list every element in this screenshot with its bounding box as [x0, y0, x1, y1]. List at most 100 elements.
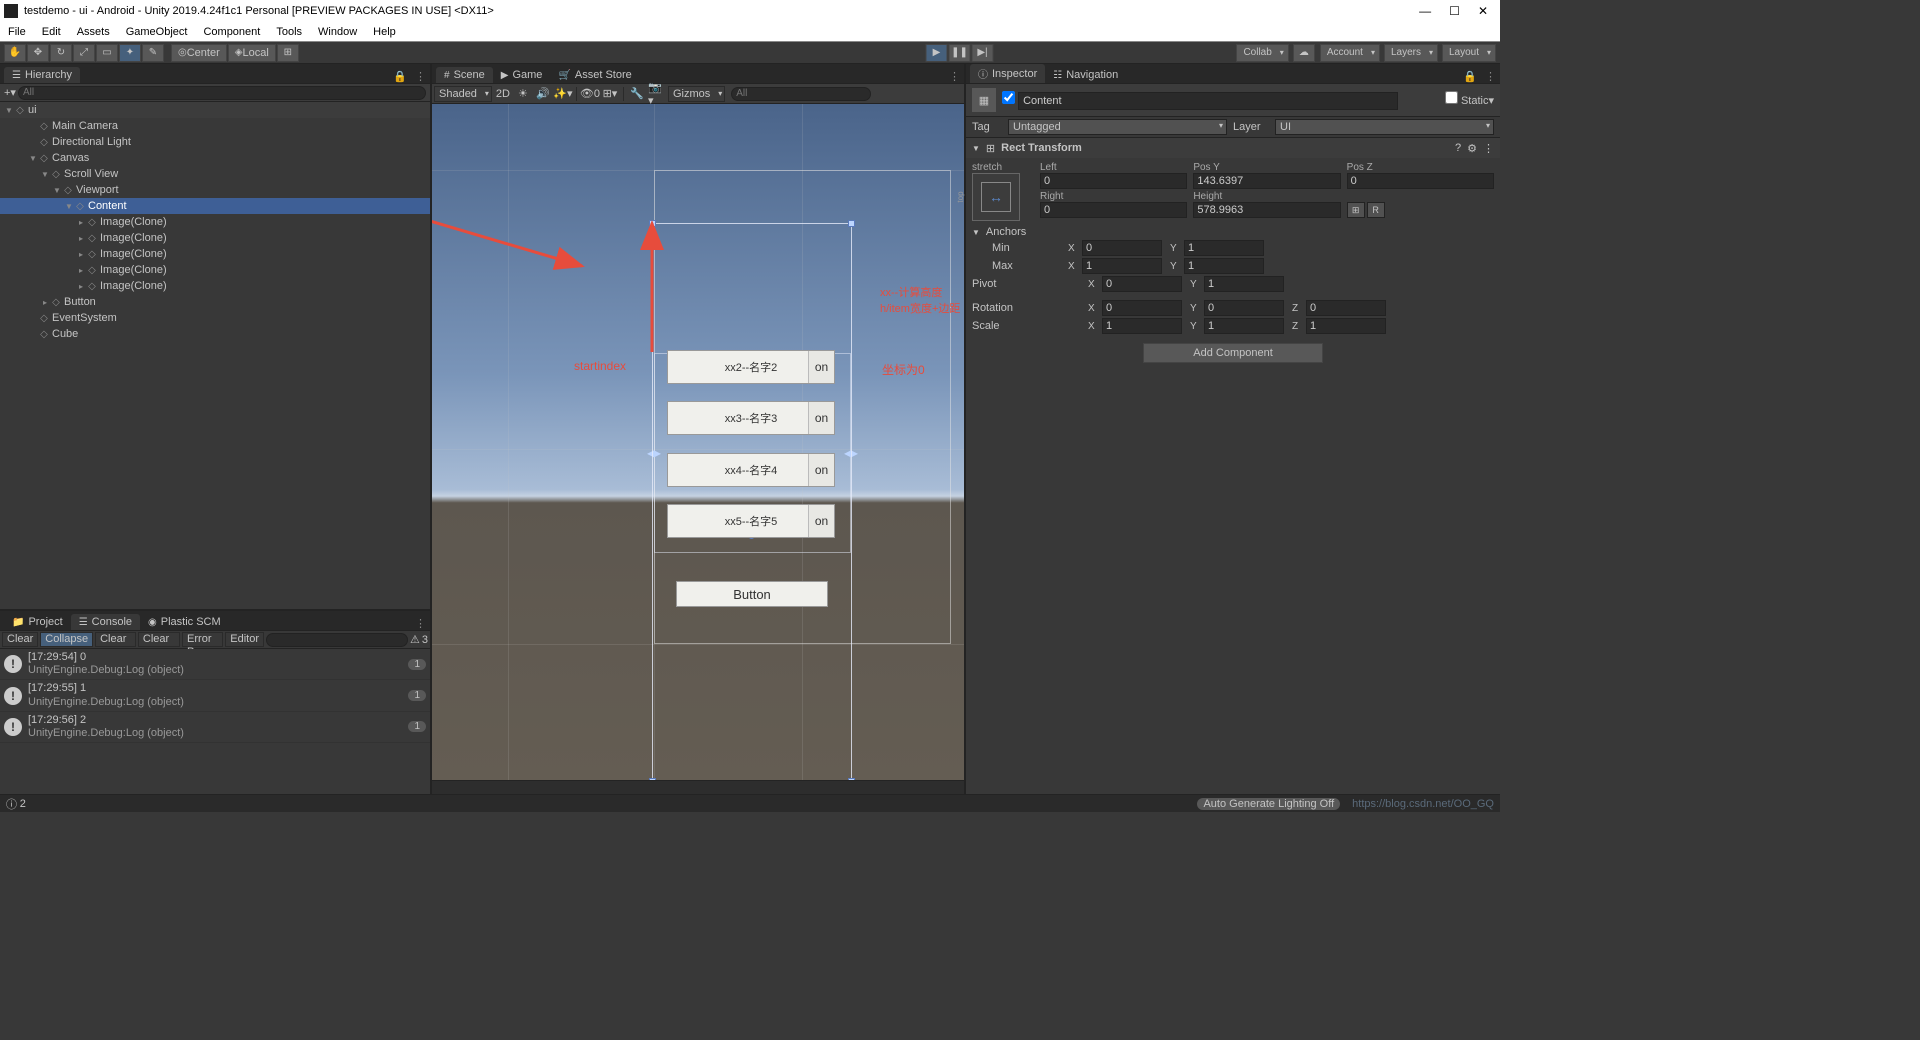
- rot-y[interactable]: [1204, 300, 1284, 316]
- name-field[interactable]: [1018, 92, 1398, 110]
- console-search[interactable]: [266, 633, 408, 647]
- scene-menu-icon[interactable]: ⋮: [949, 70, 960, 83]
- navigation-tab[interactable]: ☷Navigation: [1045, 67, 1126, 83]
- maximize-button[interactable]: ☐: [1449, 4, 1460, 18]
- console-log-count[interactable]: ⚠ 3: [410, 633, 428, 646]
- console-error-pause[interactable]: Error Pause: [182, 632, 223, 647]
- posz-field[interactable]: [1347, 173, 1494, 189]
- active-checkbox[interactable]: [1002, 91, 1015, 104]
- menu-file[interactable]: File: [8, 26, 26, 38]
- transform-tool[interactable]: ✦: [119, 44, 141, 62]
- inspector-menu-icon[interactable]: ⋮: [1485, 70, 1496, 83]
- hierarchy-create-button[interactable]: +▾: [4, 86, 16, 99]
- menu-edit[interactable]: Edit: [42, 26, 61, 38]
- tree-item-canvas[interactable]: ▼◇Canvas: [0, 150, 430, 166]
- tree-item-image-clone-[interactable]: ▸◇Image(Clone): [0, 278, 430, 294]
- anchors-foldout-icon[interactable]: ▼: [972, 228, 980, 237]
- hierarchy-tab[interactable]: ☰Hierarchy: [4, 67, 80, 83]
- anchor-max-y[interactable]: [1184, 258, 1264, 274]
- scene-tab[interactable]: #Scene: [436, 67, 493, 83]
- rect-transform-header[interactable]: ▼ ⊞ Rect Transform ? ⚙ ⋮: [966, 138, 1500, 158]
- on-button[interactable]: on: [808, 505, 834, 537]
- lighting-status[interactable]: Auto Generate Lighting Off: [1197, 798, 1340, 810]
- blueprint-button[interactable]: ⊞: [1347, 202, 1365, 218]
- console-clear-play[interactable]: Clear on Play: [95, 632, 136, 647]
- menu-help[interactable]: Help: [373, 26, 396, 38]
- play-button[interactable]: ▶: [926, 44, 948, 62]
- menu-assets[interactable]: Assets: [77, 26, 110, 38]
- hand-tool[interactable]: ✋: [4, 44, 26, 62]
- move-tool[interactable]: ✥: [27, 44, 49, 62]
- log-item[interactable]: ![17:29:55] 1UnityEngine.Debug:Log (obje…: [0, 680, 430, 711]
- pause-button[interactable]: ❚❚: [949, 44, 971, 62]
- fx-toggle[interactable]: ✨▾: [554, 86, 572, 102]
- audio-toggle[interactable]: 🔊: [534, 86, 552, 102]
- scale-x[interactable]: [1102, 318, 1182, 334]
- grid-toggle[interactable]: ⊞▾: [601, 86, 619, 102]
- tree-item-viewport[interactable]: ▼◇Viewport: [0, 182, 430, 198]
- layer-dropdown[interactable]: UI: [1275, 119, 1494, 135]
- pivot-x[interactable]: [1102, 276, 1182, 292]
- scene-view[interactable]: ◂▸ ◂▸ xx2--名字2on xx3--名字3on xx4--名字4on x…: [432, 104, 964, 780]
- log-item[interactable]: ![17:29:54] 0UnityEngine.Debug:Log (obje…: [0, 649, 430, 680]
- account-dropdown[interactable]: Account: [1320, 44, 1380, 62]
- tree-item-image-clone-[interactable]: ▸◇Image(Clone): [0, 214, 430, 230]
- posy-field[interactable]: [1193, 173, 1340, 189]
- minimize-button[interactable]: —: [1419, 4, 1431, 18]
- console-menu-icon[interactable]: ⋮: [415, 617, 426, 630]
- hidden-toggle[interactable]: 👁0: [581, 86, 599, 102]
- snap-toggle[interactable]: ⊞: [277, 44, 299, 62]
- collab-dropdown[interactable]: Collab: [1236, 44, 1288, 62]
- project-tab[interactable]: 📁Project: [4, 614, 71, 630]
- scene-search[interactable]: [731, 87, 871, 101]
- raw-edit-button[interactable]: R: [1367, 202, 1385, 218]
- add-component-button[interactable]: Add Component: [1143, 343, 1323, 363]
- asset-store-tab[interactable]: 🛒Asset Store: [550, 67, 639, 83]
- scale-z[interactable]: [1306, 318, 1386, 334]
- hierarchy-lock-icon[interactable]: 🔒: [393, 70, 407, 83]
- rect-handle-tr[interactable]: [848, 220, 855, 227]
- pivot-y[interactable]: [1204, 276, 1284, 292]
- menu-component[interactable]: Component: [203, 26, 260, 38]
- scene-scrollbar[interactable]: [432, 780, 964, 794]
- console-clear-build[interactable]: Clear on Build: [138, 632, 180, 647]
- log-item[interactable]: ![17:29:56] 2UnityEngine.Debug:Log (obje…: [0, 712, 430, 743]
- layers-dropdown[interactable]: Layers: [1384, 44, 1438, 62]
- tree-item-image-clone-[interactable]: ▸◇Image(Clone): [0, 262, 430, 278]
- scene-row[interactable]: ▼◇ui: [0, 102, 430, 118]
- console-clear[interactable]: Clear: [2, 632, 38, 647]
- rotate-tool[interactable]: ↻: [50, 44, 72, 62]
- rect-preset-icon[interactable]: ⚙: [1467, 142, 1477, 155]
- 2d-toggle[interactable]: 2D: [494, 86, 512, 102]
- tree-item-image-clone-[interactable]: ▸◇Image(Clone): [0, 230, 430, 246]
- menu-tools[interactable]: Tools: [276, 26, 302, 38]
- rect-handle-br[interactable]: [848, 778, 855, 780]
- on-button[interactable]: on: [808, 402, 834, 434]
- anchor-min-y[interactable]: [1184, 240, 1264, 256]
- draw-mode-dropdown[interactable]: Shaded: [434, 86, 492, 102]
- rot-z[interactable]: [1306, 300, 1386, 316]
- game-tab[interactable]: ▶Game: [493, 67, 551, 83]
- height-field[interactable]: [1193, 202, 1340, 218]
- tree-item-main-camera[interactable]: ◇Main Camera: [0, 118, 430, 134]
- console-tab[interactable]: ☰Console: [71, 614, 140, 630]
- inspector-tab[interactable]: ⓘInspector: [970, 64, 1045, 83]
- handle-toggle[interactable]: ◈Local: [228, 44, 276, 62]
- tree-item-eventsystem[interactable]: ◇EventSystem: [0, 310, 430, 326]
- custom-tool[interactable]: ✎: [142, 44, 164, 62]
- close-button[interactable]: ✕: [1478, 4, 1488, 18]
- hierarchy-menu-icon[interactable]: ⋮: [415, 70, 426, 83]
- scale-y[interactable]: [1204, 318, 1284, 334]
- pivot-toggle[interactable]: ◎Center: [171, 44, 227, 62]
- anchor-preset[interactable]: top: [972, 173, 1020, 221]
- console-editor-dd[interactable]: Editor ▾: [225, 632, 264, 647]
- layout-dropdown[interactable]: Layout: [1442, 44, 1496, 62]
- cloud-button[interactable]: ☁: [1293, 44, 1315, 62]
- rect-menu-icon[interactable]: ⋮: [1483, 142, 1494, 155]
- tools-toggle[interactable]: 🔧: [628, 86, 646, 102]
- right-field[interactable]: [1040, 202, 1187, 218]
- inspector-lock-icon[interactable]: 🔒: [1463, 70, 1477, 83]
- console-collapse[interactable]: Collapse: [40, 632, 93, 647]
- plastic-scm-tab[interactable]: ◉Plastic SCM: [140, 614, 229, 630]
- tag-dropdown[interactable]: Untagged: [1008, 119, 1227, 135]
